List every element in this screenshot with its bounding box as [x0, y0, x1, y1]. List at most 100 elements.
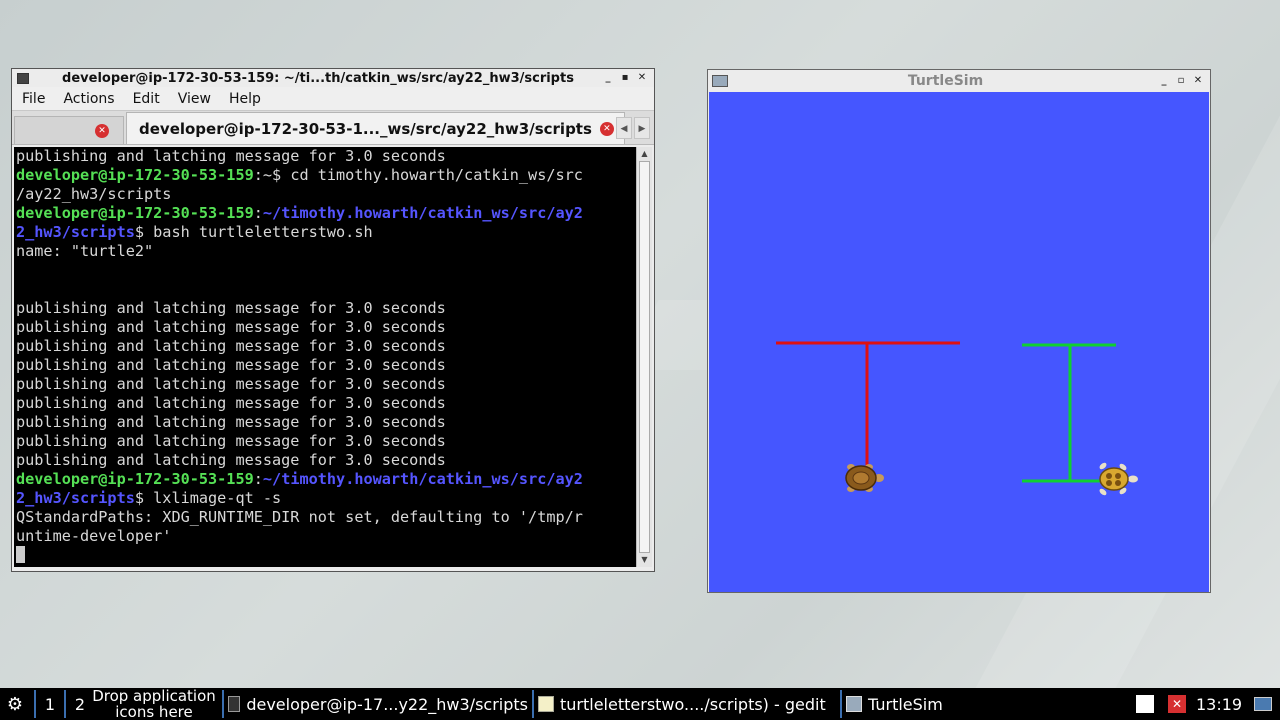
menu-help[interactable]: Help — [219, 91, 269, 107]
scroll-down-icon[interactable]: ▼ — [637, 553, 652, 567]
terminal-line: developer@ip-172-30-53-159:~/timothy.how… — [16, 470, 637, 489]
terminal-text: publishing and latching message for 3.0 … — [16, 299, 446, 317]
turtlesim-title: TurtleSim — [907, 73, 984, 89]
terminal-text: publishing and latching message for 3.0 … — [16, 432, 446, 450]
terminal-window[interactable]: developer@ip-172-30-53-159: ~/ti...th/ca… — [11, 68, 655, 572]
terminal-text: publishing and latching message for 3.0 … — [16, 413, 446, 431]
desktop-2-button[interactable]: 2 — [70, 695, 90, 714]
terminal-line: QStandardPaths: XDG_RUNTIME_DIR not set,… — [16, 508, 637, 527]
terminal-text: publishing and latching message for 3.0 … — [16, 337, 446, 355]
show-desktop-icon[interactable] — [1254, 697, 1273, 711]
menu-view[interactable]: View — [168, 91, 219, 107]
terminal-line: name: "turtle2" — [16, 242, 637, 261]
network-disconnected-icon[interactable]: ✕ — [1168, 695, 1186, 713]
text-editor-icon — [538, 696, 554, 712]
menu-edit[interactable]: Edit — [123, 91, 168, 107]
tab-scroll-right-icon[interactable]: ▶ — [634, 117, 650, 139]
terminal-line: untime-developer' — [16, 527, 637, 546]
turtlesim-drawing — [776, 341, 1138, 496]
clock[interactable]: 13:19 — [1196, 695, 1242, 714]
terminal-line: publishing and latching message for 3.0 … — [16, 413, 637, 432]
minimize-icon[interactable]: _ — [601, 71, 615, 85]
taskbar-separator — [532, 690, 534, 718]
task-gedit[interactable]: turtleletterstwo..../scripts) - gedit — [538, 695, 836, 714]
terminal-scrollbar[interactable]: ▲ ▼ — [636, 147, 652, 567]
turtlesim-window[interactable]: TurtleSim _ ▫ ✕ — [707, 69, 1211, 593]
terminal-line: 2_hw3/scripts$ bash turtleletterstwo.sh — [16, 223, 637, 242]
terminal-line: publishing and latching message for 3.0 … — [16, 375, 637, 394]
terminal-text: untime-developer' — [16, 527, 172, 545]
terminal-text: : — [253, 470, 263, 488]
terminal-text: $ bash turtleletterstwo.sh — [134, 223, 373, 241]
tab-close-icon[interactable]: ✕ — [599, 121, 614, 136]
quicklaunch-drop-area[interactable]: Drop application icons here — [90, 688, 218, 720]
close-icon[interactable]: ✕ — [635, 71, 649, 85]
terminal-line: developer@ip-172-30-53-159:~$ cd timothy… — [16, 166, 637, 185]
tab-scroll-left-icon[interactable]: ◀ — [616, 117, 632, 139]
minimize-icon[interactable]: _ — [1157, 74, 1171, 88]
menu-actions[interactable]: Actions — [53, 91, 122, 107]
terminal-line: publishing and latching message for 3.0 … — [16, 318, 637, 337]
tab-active[interactable]: developer@ip-172-30-53-1..._ws/src/ay22_… — [126, 112, 625, 144]
terminal-text: 2_hw3/scripts — [16, 223, 135, 241]
notes-icon[interactable] — [1136, 695, 1154, 713]
terminal-tabbar: ✕ developer@ip-172-30-53-1..._ws/src/ay2… — [12, 111, 654, 145]
terminal-icon — [228, 696, 241, 712]
maximize-icon[interactable]: ▪ — [618, 71, 632, 85]
terminal-line: publishing and latching message for 3.0 … — [16, 299, 637, 318]
terminal-text: publishing and latching message for 3.0 … — [16, 318, 446, 336]
terminal-text: developer@ip-172-30-53-159 — [16, 204, 254, 222]
terminal-text: : — [253, 204, 263, 222]
terminal-text: developer@ip-172-30-53-159 — [16, 470, 254, 488]
window-icon — [846, 696, 862, 712]
taskbar-separator — [222, 690, 224, 718]
terminal-line: publishing and latching message for 3.0 … — [16, 356, 637, 375]
terminal-text: publishing and latching message for 3.0 … — [16, 356, 446, 374]
terminal-text: publishing and latching message for 3.0 … — [16, 394, 446, 412]
terminal-text: /ay22_hw3/scripts — [16, 185, 172, 203]
turtlesim-titlebar[interactable]: TurtleSim _ ▫ ✕ — [708, 70, 1210, 92]
terminal-text: :~$ cd timothy.howarth/catkin_ws/src — [253, 166, 583, 184]
taskbar: ⚙ 1 2 Drop application icons here develo… — [0, 688, 1280, 720]
terminal-text: name: "turtle2" — [16, 242, 154, 260]
terminal-line: publishing and latching message for 3.0 … — [16, 337, 637, 356]
terminal-text: publishing and latching message for 3.0 … — [16, 147, 446, 165]
terminal-line: publishing and latching message for 3.0 … — [16, 394, 637, 413]
terminal-text: publishing and latching message for 3.0 … — [16, 375, 446, 393]
app-menu-icon[interactable]: ⚙ — [0, 694, 30, 715]
taskbar-separator — [840, 690, 842, 718]
turtlesim-canvas[interactable] — [709, 92, 1209, 592]
tab-close-icon[interactable]: ✕ — [95, 124, 109, 138]
desktop-1-button[interactable]: 1 — [40, 695, 60, 714]
turtle2-icon — [1099, 462, 1138, 496]
terminal-output[interactable]: publishing and latching message for 3.0 … — [14, 147, 637, 567]
scrollbar-thumb[interactable] — [639, 161, 650, 553]
tab-inactive[interactable]: ✕ — [14, 116, 124, 144]
terminal-titlebar[interactable]: developer@ip-172-30-53-159: ~/ti...th/ca… — [12, 69, 654, 87]
task-terminal[interactable]: developer@ip-17...y22_hw3/scripts — [228, 695, 528, 714]
window-icon — [712, 75, 728, 87]
taskbar-separator — [64, 690, 66, 718]
task-gedit-label: turtleletterstwo..../scripts) - gedit — [560, 694, 826, 714]
taskbar-separator — [34, 690, 36, 718]
menu-file[interactable]: File — [12, 91, 53, 107]
close-icon[interactable]: ✕ — [1191, 74, 1205, 88]
terminal-text: publishing and latching message for 3.0 … — [16, 451, 446, 469]
terminal-text: QStandardPaths: XDG_RUNTIME_DIR not set,… — [16, 508, 583, 526]
terminal-line: 2_hw3/scripts$ lxlimage-qt -s — [16, 489, 637, 508]
maximize-icon[interactable]: ▫ — [1174, 74, 1188, 88]
terminal-menubar: File Actions Edit View Help — [12, 87, 654, 111]
tab-active-label: developer@ip-172-30-53-1..._ws/src/ay22_… — [139, 119, 592, 138]
terminal-line: publishing and latching message for 3.0 … — [16, 147, 637, 166]
task-terminal-label: developer@ip-17...y22_hw3/scripts — [246, 694, 528, 714]
task-turtlesim[interactable]: TurtleSim — [846, 695, 1136, 714]
terminal-text: $ lxlimage-qt -s — [134, 489, 282, 507]
turtle1-icon — [845, 464, 884, 492]
scroll-up-icon[interactable]: ▲ — [637, 147, 652, 161]
terminal-line: publishing and latching message for 3.0 … — [16, 451, 637, 470]
task-turtlesim-label: TurtleSim — [868, 694, 943, 714]
terminal-line: developer@ip-172-30-53-159:~/timothy.how… — [16, 204, 637, 223]
terminal-text: ~/timothy.howarth/catkin_ws/src/ay2 — [262, 470, 583, 488]
